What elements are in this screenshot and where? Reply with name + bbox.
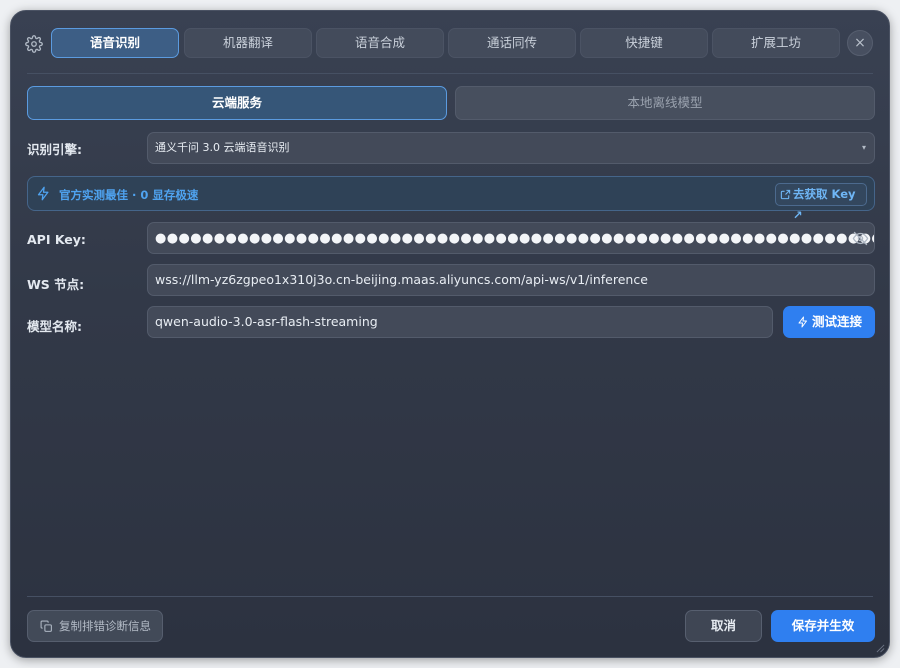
api-key-masked-value: ●●●●●●●●●●●●●●●●●●●●●●●●●●●●●●●●●●●●●●●●… [155,231,874,246]
test-connection-button[interactable]: 测试连接 [783,306,875,338]
info-banner: 官方实测最佳 · 0 显存极速 去获取 Key ↗ [27,176,875,222]
resize-handle-icon[interactable] [876,644,885,653]
tab-extensions[interactable]: 扩展工坊 [712,28,840,58]
chevron-down-icon: ▾ [861,143,866,152]
tab-speech-synthesis[interactable]: 语音合成 [316,28,444,58]
engine-label: 识别引擎: [27,142,82,157]
ws-label: WS 节点: [27,277,85,292]
top-tab-bar: 语音识别 机器翻译 语音合成 通话同传 快捷键 扩展工坊 × [11,28,889,60]
save-button[interactable]: 保存并生效 [771,610,875,642]
banner-text: 官方实测最佳 · 0 显存极速 [59,188,199,202]
copy-diagnostics-label: 复制排错诊断信息 [59,619,151,633]
get-key-link[interactable]: 去获取 Key ↗ [775,183,867,222]
external-link-icon [780,189,791,200]
lightning-icon [798,316,807,328]
close-button[interactable]: × [847,30,873,56]
model-label: 模型名称: [27,319,82,334]
top-divider [27,73,873,74]
tab-shortcuts[interactable]: 快捷键 [580,28,708,58]
lightning-icon [37,186,49,201]
api-key-label: API Key: [27,232,86,247]
test-connection-label: 测试连接 [812,314,863,329]
copy-diagnostics-button[interactable]: 复制排错诊断信息 [27,610,163,642]
api-key-input[interactable]: ●●●●●●●●●●●●●●●●●●●●●●●●●●●●●●●●●●●●●●●●… [147,222,875,254]
tab-speech-recognition[interactable]: 语音识别 [51,28,179,58]
engine-select-value: 通义千问 3.0 云端语音识别 [155,141,290,154]
ws-endpoint-input[interactable]: wss://llm-yz6zgpeo1x310j3o.cn-beijing.ma… [147,264,875,296]
copy-icon [40,620,52,632]
eye-off-icon[interactable] [852,230,869,247]
tab-machine-translation[interactable]: 机器翻译 [184,28,312,58]
tab-call-interpretation[interactable]: 通话同传 [448,28,576,58]
gear-icon[interactable] [25,35,43,53]
segment-local-model[interactable]: 本地离线模型 [455,86,875,120]
settings-window: 语音识别 机器翻译 语音合成 通话同传 快捷键 扩展工坊 × 云端服务 本地离线… [10,10,890,658]
cancel-button[interactable]: 取消 [685,610,762,642]
engine-select[interactable]: 通义千问 3.0 云端语音识别 ▾ [147,132,875,164]
footer-divider [27,596,873,597]
get-key-label: 去获取 Key ↗ [793,187,856,222]
segment-cloud-service[interactable]: 云端服务 [27,86,447,120]
model-name-input[interactable]: qwen-audio-3.0-asr-flash-streaming [147,306,773,338]
